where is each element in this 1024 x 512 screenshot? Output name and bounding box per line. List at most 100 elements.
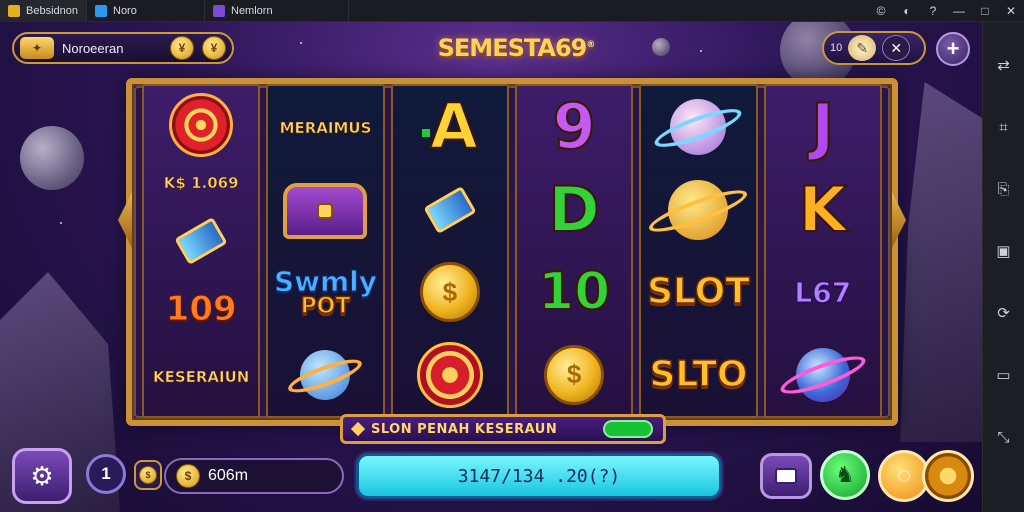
diamond-icon [350, 421, 366, 437]
spin-button[interactable]: ◌ [878, 448, 974, 504]
symbol-letter: D [547, 172, 600, 246]
symbol-letter: J [810, 90, 835, 164]
planet-symbol [277, 339, 373, 411]
star [300, 42, 302, 44]
right-arrow-icon[interactable] [892, 192, 906, 248]
pink-planet-symbol [775, 339, 871, 411]
add-button[interactable]: + [936, 32, 970, 66]
letter-symbol: 10 [526, 256, 622, 328]
reel-2: MERAIMUS Swmly POT [266, 84, 385, 418]
left-arrow-icon[interactable] [118, 192, 132, 248]
letter-symbol: 9 [526, 91, 622, 163]
reel-5: SLOT SLTO [639, 84, 758, 418]
tab-label: Nemlorn [231, 4, 273, 17]
spiral-icon [169, 93, 234, 158]
coin-icon: $ [176, 464, 200, 488]
maximize-icon[interactable]: □ [972, 0, 998, 22]
top-right-value: 10 [830, 42, 843, 54]
player-panel[interactable]: ✦ Noroeeran ¥ ¥ [12, 32, 234, 64]
shake-icon[interactable]: ⤡ [991, 424, 1017, 450]
stop-button[interactable] [760, 453, 812, 499]
balance-value: 606m [208, 467, 249, 484]
rotate-icon[interactable]: ⟳ [991, 300, 1017, 326]
symbol-label: MERAIMUS [279, 118, 372, 137]
word-symbol: SLOT [646, 256, 750, 328]
number-symbol: L67 [775, 256, 871, 328]
star [60, 222, 62, 224]
planet-ring [285, 352, 366, 399]
gem-symbol [153, 205, 249, 277]
game-logo: SEMESTA69® [426, 34, 606, 64]
letter-symbol: J [775, 91, 871, 163]
folder-icon[interactable]: ▭ [991, 362, 1017, 388]
top-right-panel: 10 ✎ ✕ [822, 31, 926, 65]
emulator-tab-3[interactable]: Nemlorn [205, 0, 349, 22]
level-badge[interactable]: 1 [86, 454, 126, 494]
symbol-label: KESERAIUN [152, 367, 250, 386]
screenshot-icon[interactable]: ⌗ [991, 114, 1017, 140]
feather-icon[interactable]: ✎ [848, 35, 877, 61]
gem-icon [423, 185, 477, 234]
reel-6: J K L67 [763, 84, 882, 418]
banner-text: SLON PENAH KESERAUN [371, 421, 558, 437]
banner-toggle[interactable] [603, 420, 653, 438]
coin-icon[interactable]: ¥ [202, 36, 226, 60]
planet-ring [776, 349, 869, 401]
bet-value: 3147/134 .20(?) [457, 465, 621, 487]
symbol-word: SLOT [646, 271, 750, 313]
gem-symbol [402, 174, 498, 246]
settings-button[interactable]: ⚙ [12, 448, 72, 504]
import-icon[interactable]: ⎘ [991, 176, 1017, 202]
label-symbol: KESERAIUN [152, 341, 250, 413]
apk-icon[interactable]: ▣ [991, 238, 1017, 264]
rock [900, 82, 982, 442]
stop-icon [775, 468, 797, 484]
symbol-letter: 10 [537, 262, 611, 323]
planet-icon [285, 349, 366, 400]
label-symbol: K$ 1.069 [153, 168, 249, 198]
coin-icon[interactable]: ¥ [170, 36, 194, 60]
star [700, 50, 702, 52]
emulator-sidebar: ⇄ ⌗ ⎘ ▣ ⟳ ▭ ⤡ [982, 22, 1024, 512]
letter-symbol: K [775, 174, 871, 246]
expand-icon[interactable]: ⇄ [991, 52, 1017, 78]
sun-icon [922, 450, 974, 502]
treasure-chest-icon [283, 182, 368, 239]
spiral-symbol [153, 89, 249, 161]
emulator-tab-2[interactable]: Noro [87, 0, 205, 22]
help-icon[interactable]: ? [920, 0, 946, 22]
close-icon[interactable]: ✕ [882, 35, 911, 61]
tab-label: Noro [113, 4, 137, 17]
emulator-top-bar: Bebsidnon Noro Nemlorn © ◐ ? — □ ✕ [0, 0, 1024, 22]
reel-area: K$ 1.069 109 KESERAIUN MERAIMUS Swmly PO… [142, 84, 882, 418]
word-symbol: SLTO [649, 339, 749, 411]
account-icon[interactable]: © [868, 0, 894, 22]
wallet-button[interactable]: $ [134, 460, 162, 490]
pink-planet-icon [776, 347, 869, 402]
app-icon [213, 4, 225, 17]
symbol-word: SLTO [649, 353, 749, 395]
game-scene: ✦ Noroeeran ¥ ¥ SEMESTA69® 10 ✎ ✕ + K$ 1… [0, 22, 982, 512]
target-icon [416, 341, 483, 408]
coin-symbol: $ [402, 256, 498, 328]
emulator-tab-1[interactable]: Bebsidnon [0, 0, 87, 22]
symbol-label: K$ 1.069 [163, 174, 239, 193]
symbol-letter: K [798, 172, 848, 246]
small-planet [652, 38, 670, 56]
coin-symbol: $ [526, 339, 622, 411]
auto-play-button[interactable]: ♞ [820, 450, 870, 500]
notification-icon[interactable]: ◐ [894, 0, 920, 22]
symbol-number: 109 [165, 288, 237, 329]
reel-1: K$ 1.069 109 KESERAIUN [142, 84, 261, 418]
number-symbol: 109 [153, 284, 249, 334]
close-window-icon[interactable]: ✕ [998, 0, 1024, 22]
logo-title: SEMESTA69 [437, 34, 588, 62]
word-symbol: Swmly POT [273, 258, 377, 328]
planet-symbol [650, 91, 746, 163]
knight-icon: ♞ [835, 462, 855, 487]
tab-label: Bebsidnon [26, 4, 78, 17]
symbol-number: L67 [794, 275, 852, 309]
minimize-icon[interactable]: — [946, 0, 972, 22]
reel-3: A $ [390, 84, 509, 418]
bet-display-bar[interactable]: 3147/134 .20(?) [356, 453, 722, 499]
